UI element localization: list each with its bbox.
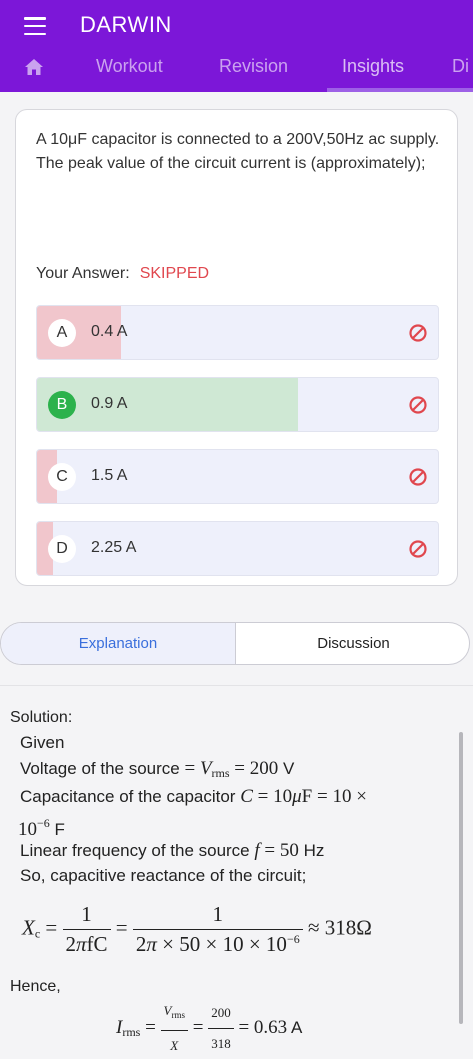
home-icon[interactable] bbox=[24, 58, 44, 76]
ban-icon bbox=[409, 324, 427, 342]
question-card: A 10μF capacitor is connected to a 200V,… bbox=[15, 109, 458, 586]
solution-title: Solution: bbox=[10, 709, 73, 726]
ban-icon bbox=[409, 396, 427, 414]
option-c-text: 1.5 A bbox=[91, 467, 128, 484]
solution-capacitance-line: Capacitance of the capacitor C = 10μF = … bbox=[20, 784, 367, 810]
tab-revision[interactable]: Revision bbox=[219, 56, 288, 77]
capacitance-equation: C = 10μF = 10 × bbox=[240, 786, 367, 807]
solution-given: Given bbox=[20, 733, 65, 752]
ban-icon bbox=[409, 468, 427, 486]
app-header: DARWIN Workout Revision Insights Di bbox=[0, 0, 473, 92]
frequency-label: Linear frequency of the source bbox=[20, 841, 250, 860]
app-title: DARWIN bbox=[80, 12, 172, 37]
your-answer-label: Your Answer: bbox=[36, 265, 130, 282]
solution-voltage-line: Voltage of the source = Vrms = 200 V bbox=[20, 756, 294, 786]
option-d[interactable]: D 2.25 A bbox=[36, 521, 439, 576]
scrollbar[interactable] bbox=[459, 732, 463, 1024]
option-b-letter: B bbox=[48, 391, 76, 419]
option-b-response-bar bbox=[37, 378, 298, 431]
voltage-equation: = Vrms = 200 bbox=[184, 758, 279, 780]
option-a[interactable]: A 0.4 A bbox=[36, 305, 439, 360]
option-c[interactable]: C 1.5 A bbox=[36, 449, 439, 504]
solution-frequency-line: Linear frequency of the source f = 50 Hz bbox=[20, 838, 324, 864]
capacitance-exponent: 10−6 bbox=[18, 816, 50, 840]
solution-reactance-intro: So, capacitive reactance of the circuit; bbox=[20, 866, 307, 885]
active-tab-indicator bbox=[327, 88, 473, 92]
capacitance-label: Capacitance of the capacitor bbox=[20, 787, 236, 806]
option-a-letter: A bbox=[48, 319, 76, 347]
solution-current-line: Irms = Vrms X = 200 318 = 0.63 A bbox=[116, 998, 302, 1059]
discussion-button[interactable]: Discussion bbox=[236, 623, 469, 664]
frequency-equation: f = 50 bbox=[254, 840, 299, 861]
frequency-unit: Hz bbox=[303, 841, 325, 860]
option-b[interactable]: B 0.9 A bbox=[36, 377, 439, 432]
tab-di[interactable]: Di bbox=[452, 56, 469, 77]
explanation-discussion-toggle: Explanation Discussion bbox=[0, 622, 470, 665]
current-equation: Irms = Vrms X = 200 318 = 0.63 bbox=[116, 1003, 287, 1053]
option-d-text: 2.25 A bbox=[91, 539, 137, 556]
current-unit: A bbox=[290, 1017, 303, 1037]
tab-workout[interactable]: Workout bbox=[96, 56, 163, 77]
your-answer-value: SKIPPED bbox=[139, 265, 210, 282]
capacitance-unit: F bbox=[54, 820, 65, 839]
your-answer: Your Answer: SKIPPED bbox=[36, 265, 209, 283]
explanation-button[interactable]: Explanation bbox=[1, 623, 236, 664]
tab-insights[interactable]: Insights bbox=[342, 56, 404, 77]
question-text: A 10μF capacitor is connected to a 200V,… bbox=[36, 131, 440, 172]
voltage-unit: V bbox=[283, 759, 295, 778]
option-c-letter: C bbox=[48, 463, 76, 491]
divider bbox=[0, 685, 473, 686]
reactance-equation: Xc = 1 2πfC = 1 2π × 50 × 10 × 10−6 ≈ 318Ω bbox=[22, 902, 372, 956]
option-d-letter: D bbox=[48, 535, 76, 563]
ban-icon bbox=[409, 540, 427, 558]
option-b-text: 0.9 A bbox=[91, 395, 128, 412]
solution-hence: Hence, bbox=[10, 978, 61, 995]
voltage-label: Voltage of the source bbox=[20, 759, 180, 778]
tab-bar: Workout Revision Insights Di bbox=[0, 50, 473, 88]
hamburger-menu-icon[interactable] bbox=[24, 17, 46, 35]
option-a-text: 0.4 A bbox=[91, 323, 128, 340]
